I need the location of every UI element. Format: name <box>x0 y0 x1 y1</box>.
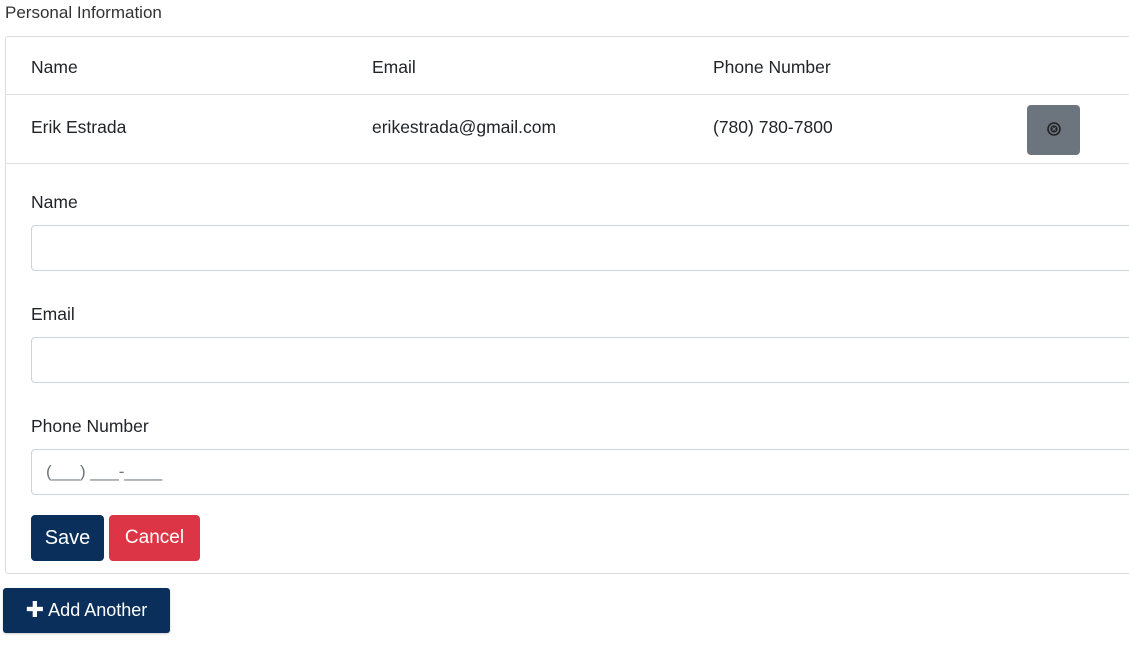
phone-input[interactable] <box>31 449 1129 495</box>
section-title: Personal Information <box>5 3 162 22</box>
plus-icon: ✚ <box>25 596 45 622</box>
row-email: erikestrada@gmail.com <box>372 117 557 137</box>
name-input[interactable] <box>31 225 1129 271</box>
header-email: Email <box>372 57 416 77</box>
table-row: Erik Estrada erikestrada@gmail.com (780)… <box>6 95 1129 164</box>
cancel-button[interactable]: Cancel <box>109 515 200 561</box>
row-name: Erik Estrada <box>31 117 127 137</box>
phone-label: Phone Number <box>31 416 149 436</box>
add-another-label: Add Another <box>48 600 148 620</box>
close-circle-icon <box>1046 121 1061 139</box>
email-input[interactable] <box>31 337 1129 383</box>
email-label: Email <box>31 304 75 324</box>
personal-info-card: Name Email Phone Number Erik Estrada eri… <box>5 36 1129 574</box>
header-name: Name <box>31 57 78 77</box>
save-button[interactable]: Save <box>31 515 104 561</box>
add-another-button[interactable]: ✚ Add Another <box>3 588 170 633</box>
table-header: Name Email Phone Number <box>6 37 1129 95</box>
header-phone: Phone Number <box>713 57 831 77</box>
row-phone: (780) 780-7800 <box>713 117 833 137</box>
name-label: Name <box>31 192 78 212</box>
remove-row-button[interactable] <box>1027 105 1080 155</box>
